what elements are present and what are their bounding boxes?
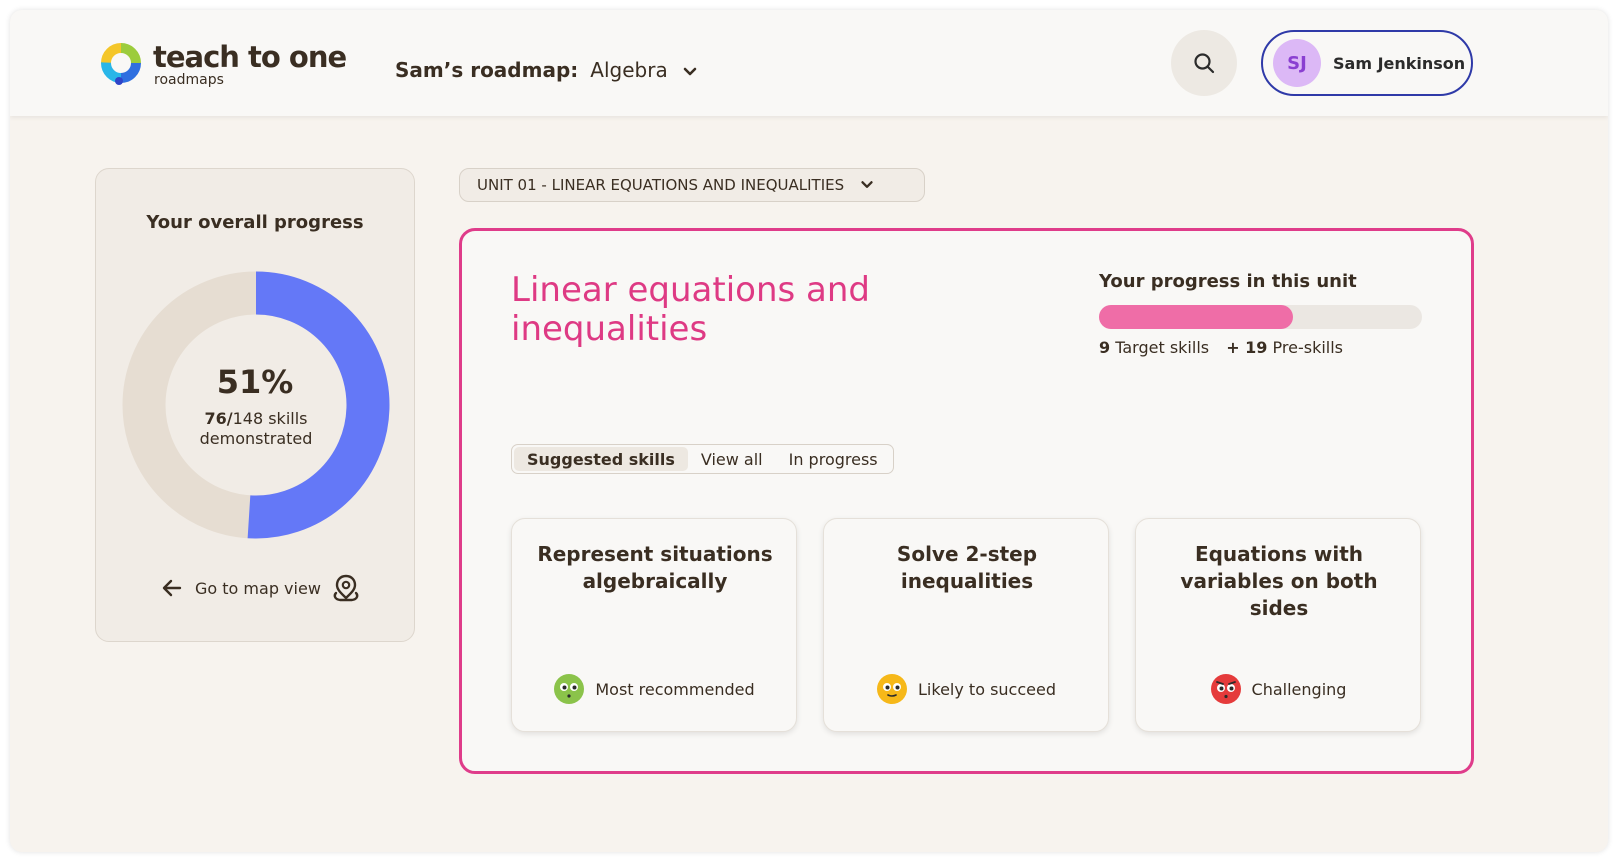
target-skills-label: Target skills	[1115, 338, 1210, 357]
skill-counts: 9 Target skills + 19 Pre-skills	[1099, 338, 1429, 357]
tab-in-progress[interactable]: In progress	[776, 447, 891, 471]
tab-view-all[interactable]: View all	[688, 447, 776, 471]
unit-card: Linear equations and inequalities Your p…	[459, 228, 1474, 774]
go-to-map-link[interactable]: Go to map view	[161, 571, 361, 605]
logo-subtitle: roadmaps	[154, 72, 224, 88]
skill-tag-label: Challenging	[1251, 679, 1347, 699]
app-window: teach to one roadmaps Sam’s roadmap: Alge…	[10, 10, 1608, 852]
unit-selector-label: UNIT 01 - LINEAR EQUATIONS AND INEQUALIT…	[477, 176, 845, 194]
skill-tag: Most recommended	[512, 673, 796, 705]
roadmap-selector[interactable]: Sam’s roadmap: Algebra	[395, 58, 700, 82]
yellow-face-icon	[877, 674, 908, 704]
avatar: SJ	[1273, 39, 1321, 87]
roadmap-label: Sam’s roadmap:	[395, 58, 579, 82]
skill-tag: Likely to succeed	[824, 673, 1108, 705]
skill-tag: Challenging	[1136, 673, 1420, 705]
overall-percent: 51%	[216, 363, 294, 401]
chevron-down-icon	[861, 181, 873, 188]
skill-tag-label: Most recommended	[595, 679, 755, 699]
chevron-down-icon[interactable]	[680, 62, 700, 82]
unit-progress-bar-fill	[1099, 305, 1293, 329]
teach-to-one-logo[interactable]: teach to one roadmaps	[98, 40, 358, 92]
overall-progress-title: Your overall progress	[146, 212, 364, 233]
unit-title: Linear equations and inequalities	[511, 270, 870, 349]
skills-demonstrated-count: 76/	[204, 409, 233, 428]
skills-demonstrated-label: demonstrated	[199, 429, 313, 448]
progress-donut-chart	[122, 271, 390, 539]
green-face-icon	[554, 674, 585, 704]
skills-demonstrated: 76/148 skills demonstrated	[166, 409, 346, 449]
skill-title: Represent situations algebraically	[537, 542, 773, 593]
skills-total: 148 skills	[232, 409, 308, 428]
map-pin-icon	[333, 574, 359, 602]
user-name: Sam Jenkinson	[1333, 53, 1466, 73]
unit-progress-title: Your progress in this unit	[1099, 271, 1357, 292]
donut-fill	[247, 271, 390, 539]
user-profile-button[interactable]: SJ Sam Jenkinson	[1261, 30, 1473, 96]
skill-card[interactable]: Solve 2-step inequalities Likely to succ…	[823, 518, 1109, 732]
target-skills-count: 9	[1099, 338, 1111, 357]
pre-skills-count: + 19	[1226, 338, 1268, 357]
skill-tag-label: Likely to succeed	[918, 679, 1056, 699]
unit-progress: Your progress in this unit 9 Target skil…	[1099, 271, 1429, 357]
logo-wordmark: teach to one	[153, 40, 347, 74]
tab-suggested-skills[interactable]: Suggested skills	[514, 447, 688, 471]
skill-card[interactable]: Equations with variables on both sides C…	[1135, 518, 1421, 732]
search-button[interactable]	[1171, 30, 1237, 96]
arrow-left-icon	[162, 579, 182, 597]
logo-ring-icon	[101, 43, 141, 85]
roadmap-subject: Algebra	[590, 58, 668, 82]
red-face-icon	[1210, 674, 1241, 704]
search-icon	[1194, 53, 1215, 74]
overall-progress-card: Your overall progress 51% 76/148 skills d…	[95, 168, 415, 642]
skill-title: Solve 2-step inequalities	[896, 542, 1038, 593]
skill-card[interactable]: Represent situations algebraically Most …	[511, 518, 797, 732]
skills-tabs: Suggested skills View all In progress	[511, 444, 894, 474]
pre-skills-label: Pre-skills	[1272, 338, 1344, 357]
unit-selector[interactable]: UNIT 01 - LINEAR EQUATIONS AND INEQUALIT…	[459, 168, 925, 202]
top-header: teach to one roadmaps Sam’s roadmap: Alge…	[10, 10, 1608, 116]
unit-progress-bar	[1099, 305, 1422, 329]
skill-title: Equations with variables on both sides	[1180, 542, 1378, 620]
go-to-map-label: Go to map view	[195, 578, 321, 598]
